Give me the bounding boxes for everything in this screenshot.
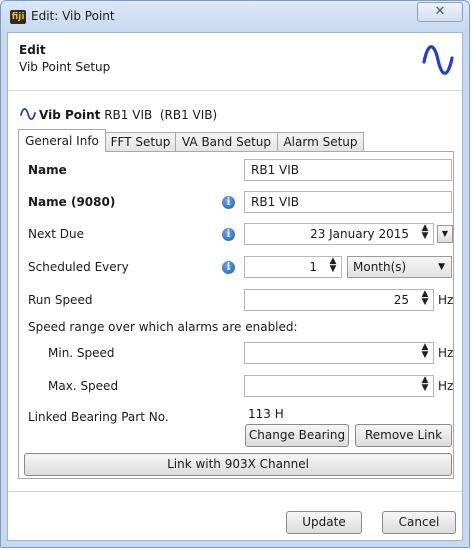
next-due-spinner[interactable]: ▲ ▼ (419, 224, 431, 244)
linked-bearing-value: 113 H (248, 407, 284, 421)
name9080-label: Name (9080) (28, 195, 116, 209)
max-speed-unit: Hz (438, 379, 454, 393)
max-speed-label: Max. Speed (48, 379, 119, 393)
tab-va-band-setup[interactable]: VA Band Setup (175, 132, 278, 152)
cancel-button[interactable]: Cancel (382, 511, 456, 534)
min-speed-input[interactable] (244, 342, 434, 364)
min-speed-spinner[interactable]: ▲ ▼ (419, 343, 431, 363)
name-label: Name (28, 163, 67, 177)
min-speed-unit: Hz (438, 346, 454, 360)
dialog-window: fiji Edit: Vib Point ✕ Edit Vib Point Se… (0, 0, 470, 548)
link-903x-channel-button[interactable]: Link with 903X Channel (24, 453, 452, 476)
window-title: Edit: Vib Point (31, 9, 115, 23)
title-bar[interactable]: fiji Edit: Vib Point ✕ (1, 1, 469, 31)
vib-point-label: Vib Point (39, 108, 101, 122)
header-title: Edit (19, 43, 46, 57)
info-icon[interactable]: i (222, 196, 235, 209)
dialog-body: Edit Vib Point Setup Vib Point RB1 VIB (… (7, 32, 463, 541)
header-separator (8, 90, 462, 91)
footer-separator (8, 491, 462, 492)
sine-wave-small-icon (20, 107, 36, 121)
change-bearing-button[interactable]: Change Bearing (245, 424, 349, 447)
max-speed-spinner[interactable]: ▲ ▼ (419, 376, 431, 396)
run-speed-unit: Hz (438, 293, 454, 307)
name9080-input[interactable]: RB1 VIB (244, 191, 452, 213)
next-due-date-field[interactable]: 23 January 2015 (244, 223, 434, 245)
scheduled-unit-select[interactable]: Month(s) ▼ (347, 256, 452, 278)
run-speed-label: Run Speed (28, 293, 93, 307)
next-due-calendar-dropdown[interactable]: ▼ (437, 225, 453, 243)
name-input[interactable]: RB1 VIB (244, 159, 452, 181)
sine-wave-icon (422, 45, 454, 75)
app-logo-icon: fiji (10, 10, 26, 24)
scheduled-every-spinner[interactable]: ▲ ▼ (327, 257, 339, 277)
remove-link-button[interactable]: Remove Link (355, 424, 452, 447)
run-speed-input[interactable]: 25 (244, 289, 434, 311)
vib-point-value: RB1 VIB (RB1 VIB) (104, 108, 218, 122)
scheduled-unit-value: Month(s) (353, 260, 407, 274)
linked-bearing-label: Linked Bearing Part No. (28, 410, 169, 424)
info-icon[interactable]: i (222, 261, 235, 274)
general-info-panel: Name RB1 VIB Name (9080) i RB1 VIB Next … (18, 151, 454, 479)
max-speed-input[interactable] (244, 375, 434, 397)
min-speed-label: Min. Speed (48, 346, 115, 360)
close-button[interactable]: ✕ (417, 2, 463, 22)
next-due-label: Next Due (28, 227, 84, 241)
run-speed-spinner[interactable]: ▲ ▼ (419, 290, 431, 310)
scheduled-every-label: Scheduled Every (28, 260, 129, 274)
update-button[interactable]: Update (286, 511, 362, 534)
tab-fft-setup[interactable]: FFT Setup (105, 132, 176, 152)
tab-general-info[interactable]: General Info (18, 129, 106, 152)
info-icon[interactable]: i (222, 228, 235, 241)
header-subtitle: Vib Point Setup (19, 60, 111, 74)
tab-alarm-setup[interactable]: Alarm Setup (277, 132, 364, 152)
chevron-down-icon: ▼ (438, 262, 445, 272)
vib-point-line: Vib Point RB1 VIB (RB1 VIB) (20, 107, 217, 122)
speed-range-caption: Speed range over which alarms are enable… (28, 320, 298, 334)
